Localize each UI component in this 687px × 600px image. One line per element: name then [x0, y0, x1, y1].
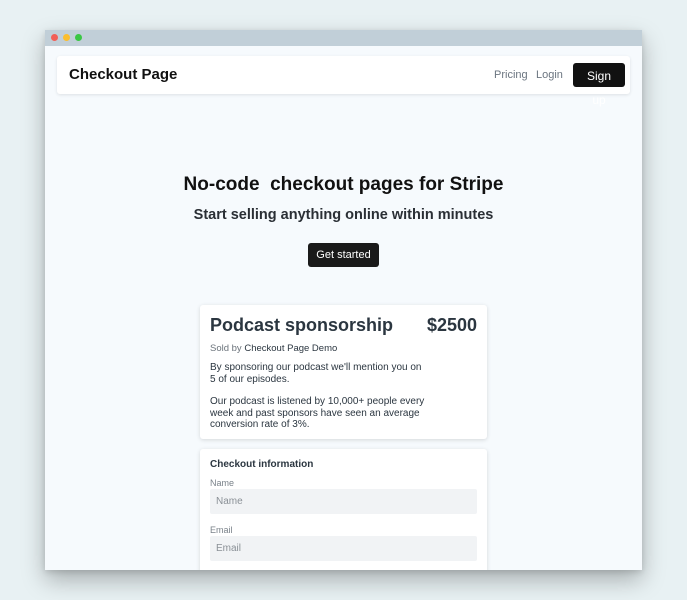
email-label: Email — [210, 525, 233, 535]
name-input[interactable] — [210, 489, 477, 514]
signup-button[interactable]: Sign up — [573, 63, 625, 107]
nav-link-login[interactable]: Login — [536, 69, 563, 81]
seller-name: Checkout Page Demo — [244, 343, 338, 354]
sold-by: Sold by Checkout Page Demo — [210, 343, 337, 354]
product-description-2: Our podcast is listened by 10,000+ peopl… — [210, 396, 425, 430]
maximize-window-icon[interactable] — [75, 34, 82, 41]
product-title: Podcast sponsorship — [210, 315, 394, 335]
brand-logo[interactable]: Checkout Page — [69, 66, 177, 83]
checkout-card: Checkout information Name Email — [200, 449, 487, 570]
sold-by-prefix: Sold by — [210, 343, 242, 354]
product-description-1: By sponsoring our podcast we'll mention … — [210, 362, 422, 385]
name-label: Name — [210, 478, 235, 488]
product-card: Podcast sponsorship $2500 Sold by Checko… — [200, 305, 487, 439]
email-input[interactable] — [210, 536, 477, 561]
minimize-window-icon[interactable] — [63, 34, 70, 41]
close-window-icon[interactable] — [51, 34, 58, 41]
product-price: $2500 — [426, 315, 477, 335]
hero-subtitle: Start selling anything online within min… — [193, 207, 494, 223]
window-titlebar — [45, 30, 642, 46]
checkout-heading: Checkout information — [210, 459, 314, 470]
hero-title: No-code checkout pages for Stripe — [183, 174, 504, 195]
get-started-button[interactable]: Get started — [308, 243, 379, 267]
nav-link-pricing[interactable]: Pricing — [494, 69, 528, 81]
navbar: Checkout Page Pricing Login Sign up — [57, 56, 630, 107]
browser-window: Checkout Page Pricing Login Sign up No-c… — [45, 30, 642, 570]
